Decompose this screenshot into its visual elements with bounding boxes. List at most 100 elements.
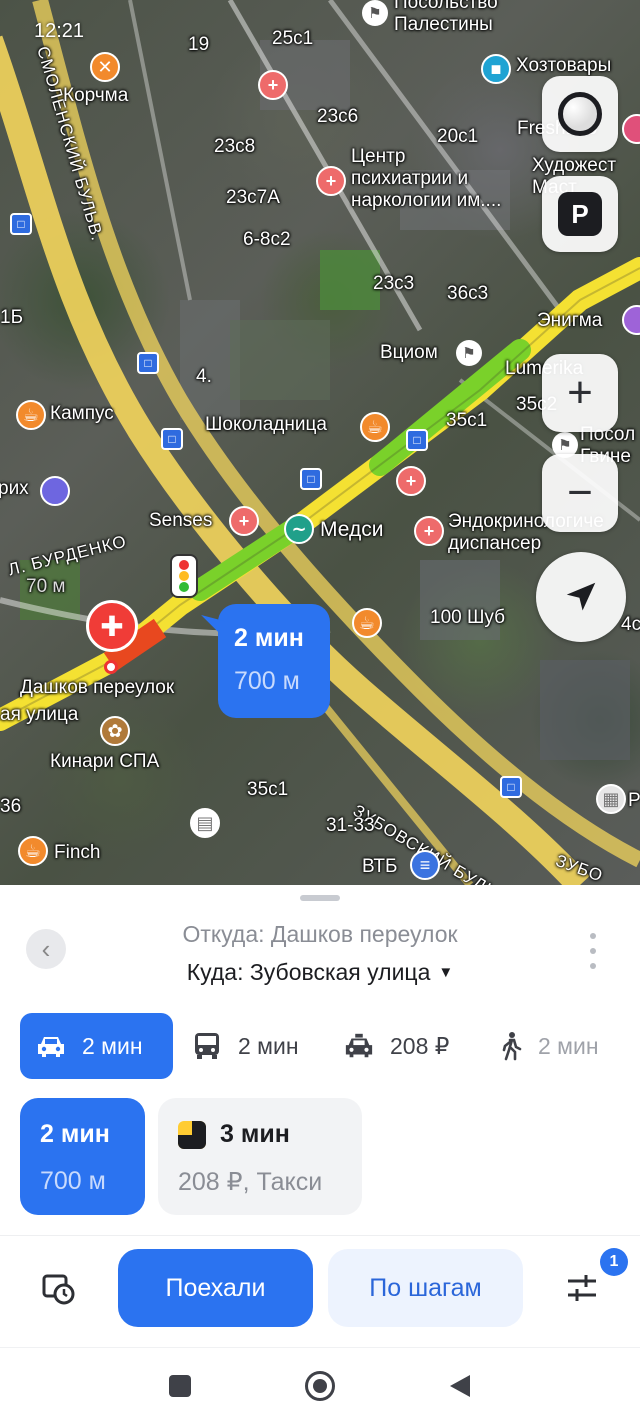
poi-label-p[interactable]: P (628, 790, 640, 812)
poi-label-kinari[interactable]: Кинари СПА (50, 751, 159, 773)
medical-icon[interactable]: + (414, 516, 444, 546)
start-point-icon[interactable]: ✚ (86, 600, 138, 652)
poi-label-shokoladnica[interactable]: Шоколадница (205, 414, 327, 436)
embassy-flag-icon[interactable]: ⚑ (362, 0, 388, 26)
poi-label-rih[interactable]: рих (0, 478, 29, 500)
bus-stop-icon[interactable]: □ (500, 776, 522, 798)
mode-car[interactable]: 2 мин (20, 1013, 173, 1079)
poi-label-enigma[interactable]: Энигма (537, 310, 602, 332)
clinic-icon[interactable]: ∼ (284, 514, 314, 544)
parking-icon: P (558, 192, 602, 236)
restaurant-icon[interactable]: ✕ (90, 52, 120, 82)
status-time: 12:21 (34, 20, 85, 42)
poi-label-dashkov[interactable]: Дашков переулок (20, 677, 174, 699)
settings-badge: 1 (600, 1248, 628, 1276)
poi-label-vtb[interactable]: ВТБ (362, 856, 397, 878)
shop-bag-icon[interactable]: ■ (481, 54, 511, 84)
navigation-arrow-icon (566, 582, 596, 611)
building-number: 23с6 (317, 106, 359, 127)
poi-label-kampus[interactable]: Кампус (50, 403, 114, 425)
poi-label-korchma[interactable]: Корчма (63, 85, 128, 107)
book-icon[interactable]: ▤ (190, 808, 220, 838)
building-number: 4. (196, 366, 212, 387)
route-settings-button[interactable] (562, 1268, 602, 1308)
zoom-out-button[interactable]: − (542, 454, 618, 532)
zoom-in-button[interactable]: + (542, 354, 618, 432)
mode-walk[interactable]: 2 мин (496, 1013, 599, 1079)
recents-button[interactable] (160, 1366, 200, 1406)
route-bubble-distance: 700 м (234, 667, 300, 695)
home-button[interactable] (300, 1366, 340, 1406)
bus-stop-icon[interactable]: □ (406, 429, 428, 451)
poi-label-vciom[interactable]: Вциом (380, 342, 438, 364)
building-number: 36с3 (447, 283, 489, 304)
bank-icon[interactable]: ≡ (410, 850, 440, 880)
sheet-grabber[interactable] (300, 895, 340, 901)
route-time-bubble[interactable]: 2 мин 700 м (218, 604, 330, 718)
map-view[interactable]: 12:21 СМОЛЕНСКИЙ БУЛЬВ. ЗУБОВСКИЙ БУЛЬВ.… (0, 0, 640, 885)
route-option-taxi[interactable]: 3 мин 208 ₽, Такси (158, 1098, 362, 1215)
building-number: 31-33 (326, 815, 375, 836)
route-sheet: ‹ Откуда: Дашков переулок Куда: Зубовска… (0, 885, 640, 1423)
bus-stop-icon[interactable]: □ (300, 468, 322, 490)
route-to[interactable]: Куда: Зубовская улица ▼ (0, 959, 640, 986)
poi-label-medsi[interactable]: Медси (320, 519, 383, 541)
step-by-step-button[interactable]: По шагам (328, 1249, 523, 1327)
poi-label-shub[interactable]: 100 Шуб (430, 607, 505, 629)
transport-modes: 2 мин 2 мин 208 ₽ 2 мин (20, 1013, 630, 1079)
car-icon (36, 1031, 66, 1061)
mode-taxi-label: 208 ₽ (390, 1032, 450, 1059)
spa-icon[interactable]: ✿ (100, 716, 130, 746)
venue-icon[interactable] (40, 476, 70, 506)
mode-car-label: 2 мин (82, 1032, 143, 1059)
poi-label-center-psych[interactable]: Центр психиатрии и наркологии им.... (351, 146, 501, 212)
building-number: 1Б (0, 307, 24, 328)
go-button[interactable]: Поехали (118, 1249, 313, 1327)
taxi-icon (344, 1031, 374, 1061)
cafe-icon[interactable]: ☕ (352, 608, 382, 638)
medical-icon[interactable]: + (258, 70, 288, 100)
route-option-car[interactable]: 2 мин 700 м (20, 1098, 145, 1215)
poi-label-hoztovary[interactable]: Хозтовары (516, 55, 611, 77)
medical-icon[interactable]: + (229, 506, 259, 536)
poi-label-finch[interactable]: Finch (54, 842, 100, 864)
medical-icon[interactable]: + (316, 166, 346, 196)
poi-label-posolstvo[interactable]: Посольство Палестины (394, 0, 498, 36)
home-circle-icon (305, 1371, 335, 1401)
action-bar: Поехали По шагам 1 (0, 1235, 640, 1347)
route-from[interactable]: Откуда: Дашков переулок (0, 921, 640, 948)
parking-button[interactable]: P (542, 176, 618, 252)
bus-stop-icon[interactable]: □ (161, 428, 183, 450)
bus-stop-icon[interactable]: □ (10, 213, 32, 235)
poi-label-senses[interactable]: Senses (149, 510, 212, 532)
sliders-icon (568, 1275, 596, 1301)
triangle-back-icon (450, 1375, 470, 1397)
start-dot (104, 660, 118, 674)
my-location-button[interactable] (536, 552, 626, 642)
cafe-icon[interactable]: ☕ (16, 400, 46, 430)
briefcase-icon[interactable]: ▦ (596, 784, 626, 814)
departure-time-button[interactable] (38, 1268, 78, 1308)
mode-transit[interactable]: 2 мин (192, 1013, 299, 1079)
bus-stop-icon[interactable]: □ (137, 352, 159, 374)
cafe-icon[interactable]: ☕ (18, 836, 48, 866)
square-icon (169, 1375, 191, 1397)
building-number: 23с8 (214, 136, 256, 157)
yandex-taxi-logo-icon (178, 1120, 206, 1149)
traffic-light-icon (170, 554, 198, 598)
taxi-option-price: 208 ₽, Такси (178, 1168, 323, 1196)
back-nav-button[interactable] (440, 1366, 480, 1406)
alice-assistant-button[interactable] (542, 76, 618, 152)
medical-icon[interactable]: + (396, 466, 426, 496)
building-number: 25с1 (272, 28, 314, 49)
system-nav-bar (0, 1347, 640, 1423)
building-number: 36 (0, 796, 22, 817)
caret-down-icon: ▼ (438, 964, 454, 981)
office-flag-icon[interactable]: ⚑ (456, 340, 482, 366)
walking-icon (496, 1031, 526, 1061)
more-options-icon[interactable] (590, 933, 598, 969)
building-number: 20с1 (437, 126, 479, 147)
mode-taxi[interactable]: 208 ₽ (344, 1013, 449, 1079)
calendar-clock-icon (42, 1274, 75, 1305)
cafe-icon[interactable]: ☕ (360, 412, 390, 442)
